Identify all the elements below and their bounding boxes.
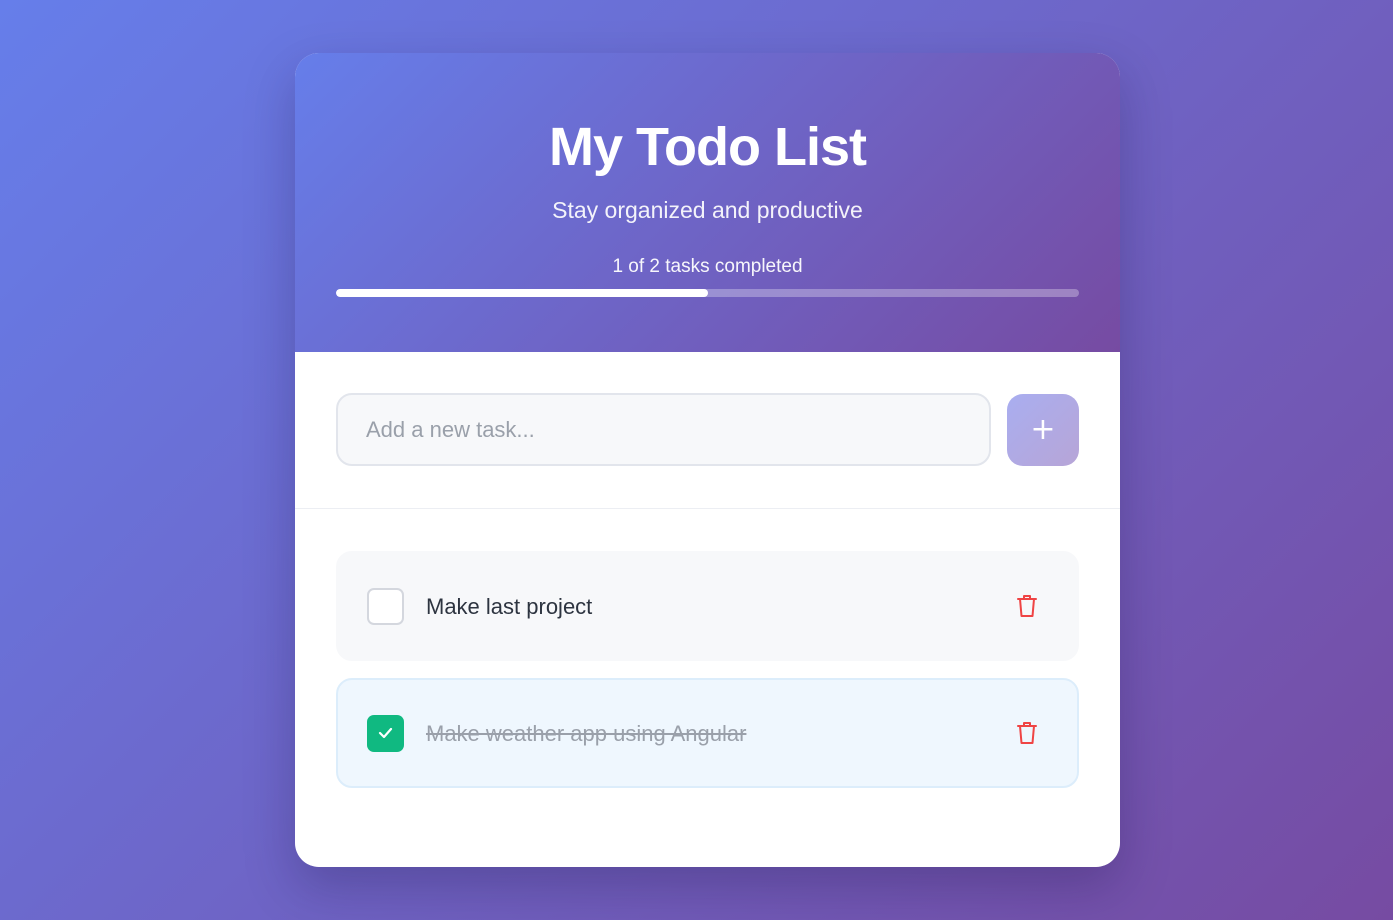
add-task-section: + [295,352,1120,509]
new-task-input[interactable] [336,393,991,466]
checkmark-icon [378,727,393,739]
todo-checkbox[interactable] [367,588,404,625]
todo-item: Make weather app using Angular [336,678,1079,788]
progress-bar-fill [336,289,708,297]
todo-item: Make last project [336,551,1079,661]
todo-text: Make last project [426,594,593,619]
add-task-button[interactable]: + [1007,394,1079,466]
page-subtitle: Stay organized and productive [552,197,863,223]
progress-bar [336,289,1079,297]
page-title: My Todo List [549,117,867,177]
progress-text: 1 of 2 tasks completed [612,256,803,277]
trash-icon [1017,722,1037,744]
delete-button[interactable] [1009,588,1045,624]
todo-card: My Todo List Stay organized and producti… [295,53,1120,867]
todo-checkbox[interactable] [367,715,404,752]
todo-list: Make last project Make weather app using… [336,551,1079,805]
todo-header: My Todo List Stay organized and producti… [295,53,1120,352]
todo-text: Make weather app using Angular [426,721,747,746]
trash-icon [1017,595,1037,617]
delete-button[interactable] [1009,715,1045,751]
